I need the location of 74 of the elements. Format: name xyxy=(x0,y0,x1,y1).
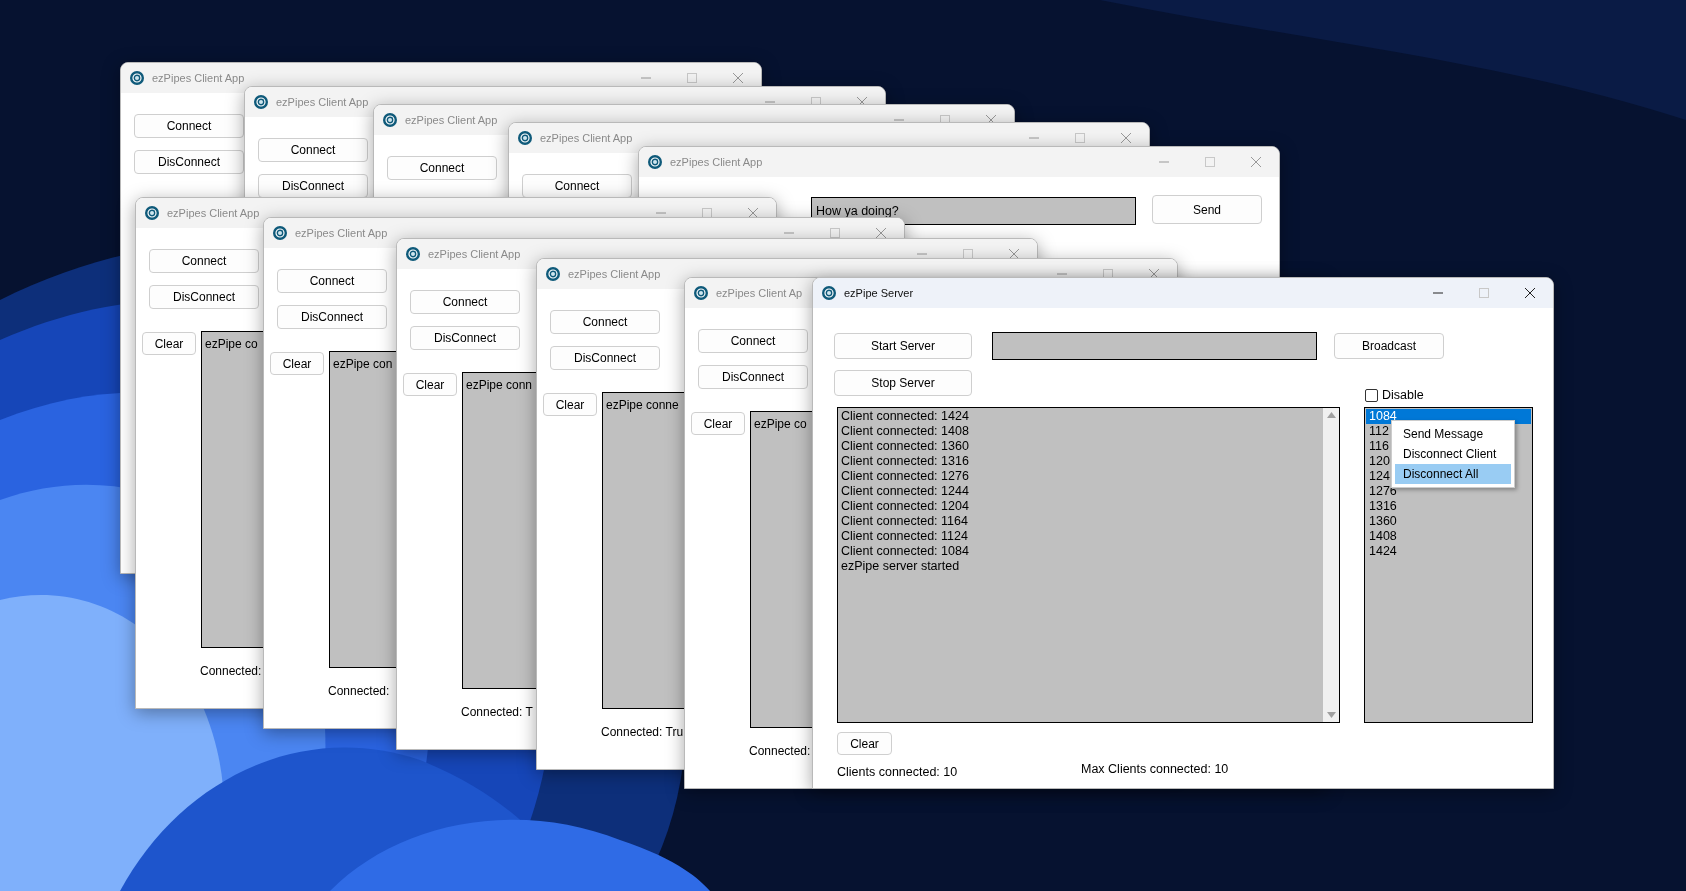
clear-button[interactable]: Clear xyxy=(837,732,892,755)
connect-button[interactable]: Connect xyxy=(698,329,808,353)
client-list-item[interactable]: 1316 xyxy=(1366,499,1531,514)
connect-button[interactable]: Connect xyxy=(277,269,387,293)
start-server-button[interactable]: Start Server xyxy=(834,333,972,359)
connection-status: Connected: T xyxy=(461,705,534,719)
connect-button[interactable]: Connect xyxy=(258,138,368,162)
log-text: ezPipe con xyxy=(333,356,393,372)
disconnect-button[interactable]: DisConnect xyxy=(550,346,660,370)
window-title: ezPipes Client App xyxy=(167,207,260,219)
window-title: ezPipes Client App xyxy=(152,72,245,84)
window-title: ezPipes Client App xyxy=(540,132,633,144)
clear-button[interactable]: Clear xyxy=(691,412,745,435)
max-clients-text: Max Clients connected: 10 xyxy=(1081,762,1230,778)
connect-button[interactable]: Connect xyxy=(410,290,520,314)
disconnect-button[interactable]: DisConnect xyxy=(258,174,368,198)
log-line: Client connected: 1276 xyxy=(841,469,970,484)
log-area[interactable]: ezPipe con xyxy=(329,351,397,668)
window-title: ezPipes Client App xyxy=(405,114,498,126)
window-title: ezPipe Server xyxy=(844,287,914,299)
log-area[interactable]: ezPipe co xyxy=(201,331,264,648)
clear-button[interactable]: Clear xyxy=(543,393,597,416)
connect-button[interactable]: Connect xyxy=(387,156,497,180)
clear-button[interactable]: Clear xyxy=(270,352,324,375)
log-area[interactable]: ezPipe co xyxy=(750,411,814,728)
send-button[interactable]: Send xyxy=(1152,195,1262,224)
log-area[interactable]: ezPipe conne xyxy=(602,392,687,709)
log-line: Client connected: 1164 xyxy=(841,514,969,529)
stop-server-button[interactable]: Stop Server xyxy=(834,370,972,396)
menu-item[interactable]: Send Message xyxy=(1395,424,1511,444)
window-title: ezPipes Client App xyxy=(295,227,388,239)
disconnect-button[interactable]: DisConnect xyxy=(149,285,259,309)
log-area[interactable]: ezPipe conn xyxy=(462,372,539,689)
log-line: Client connected: 1424 xyxy=(841,409,970,424)
log-text: ezPipe conn xyxy=(466,377,533,393)
window-title: ezPipes Client Ap xyxy=(716,287,803,299)
disconnect-button[interactable]: DisConnect xyxy=(277,305,387,329)
menu-item[interactable]: Disconnect All xyxy=(1395,464,1511,484)
log-line: Client connected: 1408 xyxy=(841,424,970,439)
window-title: ezPipes Client App xyxy=(670,156,763,168)
broadcast-button[interactable]: Broadcast xyxy=(1334,333,1444,359)
log-text: ezPipe co xyxy=(754,416,807,432)
disconnect-button[interactable]: DisConnect xyxy=(410,326,520,350)
connect-button[interactable]: Connect xyxy=(550,310,660,334)
clear-button[interactable]: Clear xyxy=(142,332,196,355)
client-list-item[interactable]: 1408 xyxy=(1366,529,1531,544)
connect-button[interactable]: Connect xyxy=(522,174,632,198)
log-line: Client connected: 1204 xyxy=(841,499,970,514)
disconnect-button[interactable]: DisConnect xyxy=(134,150,244,174)
client-list-item[interactable]: 1360 xyxy=(1366,514,1531,529)
log-text: ezPipe co xyxy=(205,336,258,352)
window-title: ezPipes Client App xyxy=(428,248,521,260)
log-line: Client connected: 1084 xyxy=(841,544,970,559)
log-line: Client connected: 1244 xyxy=(841,484,970,499)
client-list-item[interactable]: 1424 xyxy=(1366,544,1531,559)
log-line: Client connected: 1124 xyxy=(841,529,969,544)
connect-button[interactable]: Connect xyxy=(134,114,244,138)
clear-button[interactable]: Clear xyxy=(403,373,457,396)
connection-status: Connected: xyxy=(749,744,812,758)
clients-connected-text: Clients connected: 10 xyxy=(837,765,959,779)
checkbox-label: Disable xyxy=(1382,388,1424,402)
disconnect-button[interactable]: DisConnect xyxy=(698,365,808,389)
window-title: ezPipes Client App xyxy=(276,96,369,108)
connection-status: Connected: xyxy=(328,684,391,698)
log-line: ezPipe server started xyxy=(841,559,961,574)
log-line: Client connected: 1360 xyxy=(841,439,970,454)
log-text: ezPipe conne xyxy=(606,397,679,413)
connection-status: Connected: Tru xyxy=(601,725,685,739)
menu-item[interactable]: Disconnect Client xyxy=(1395,444,1511,464)
log-line: Client connected: 1316 xyxy=(841,454,970,469)
connection-status: Connected: xyxy=(200,664,263,678)
window-title: ezPipes Client App xyxy=(568,268,661,280)
connect-button[interactable]: Connect xyxy=(149,249,259,273)
message-field[interactable]: How ya doing? xyxy=(811,197,1136,225)
